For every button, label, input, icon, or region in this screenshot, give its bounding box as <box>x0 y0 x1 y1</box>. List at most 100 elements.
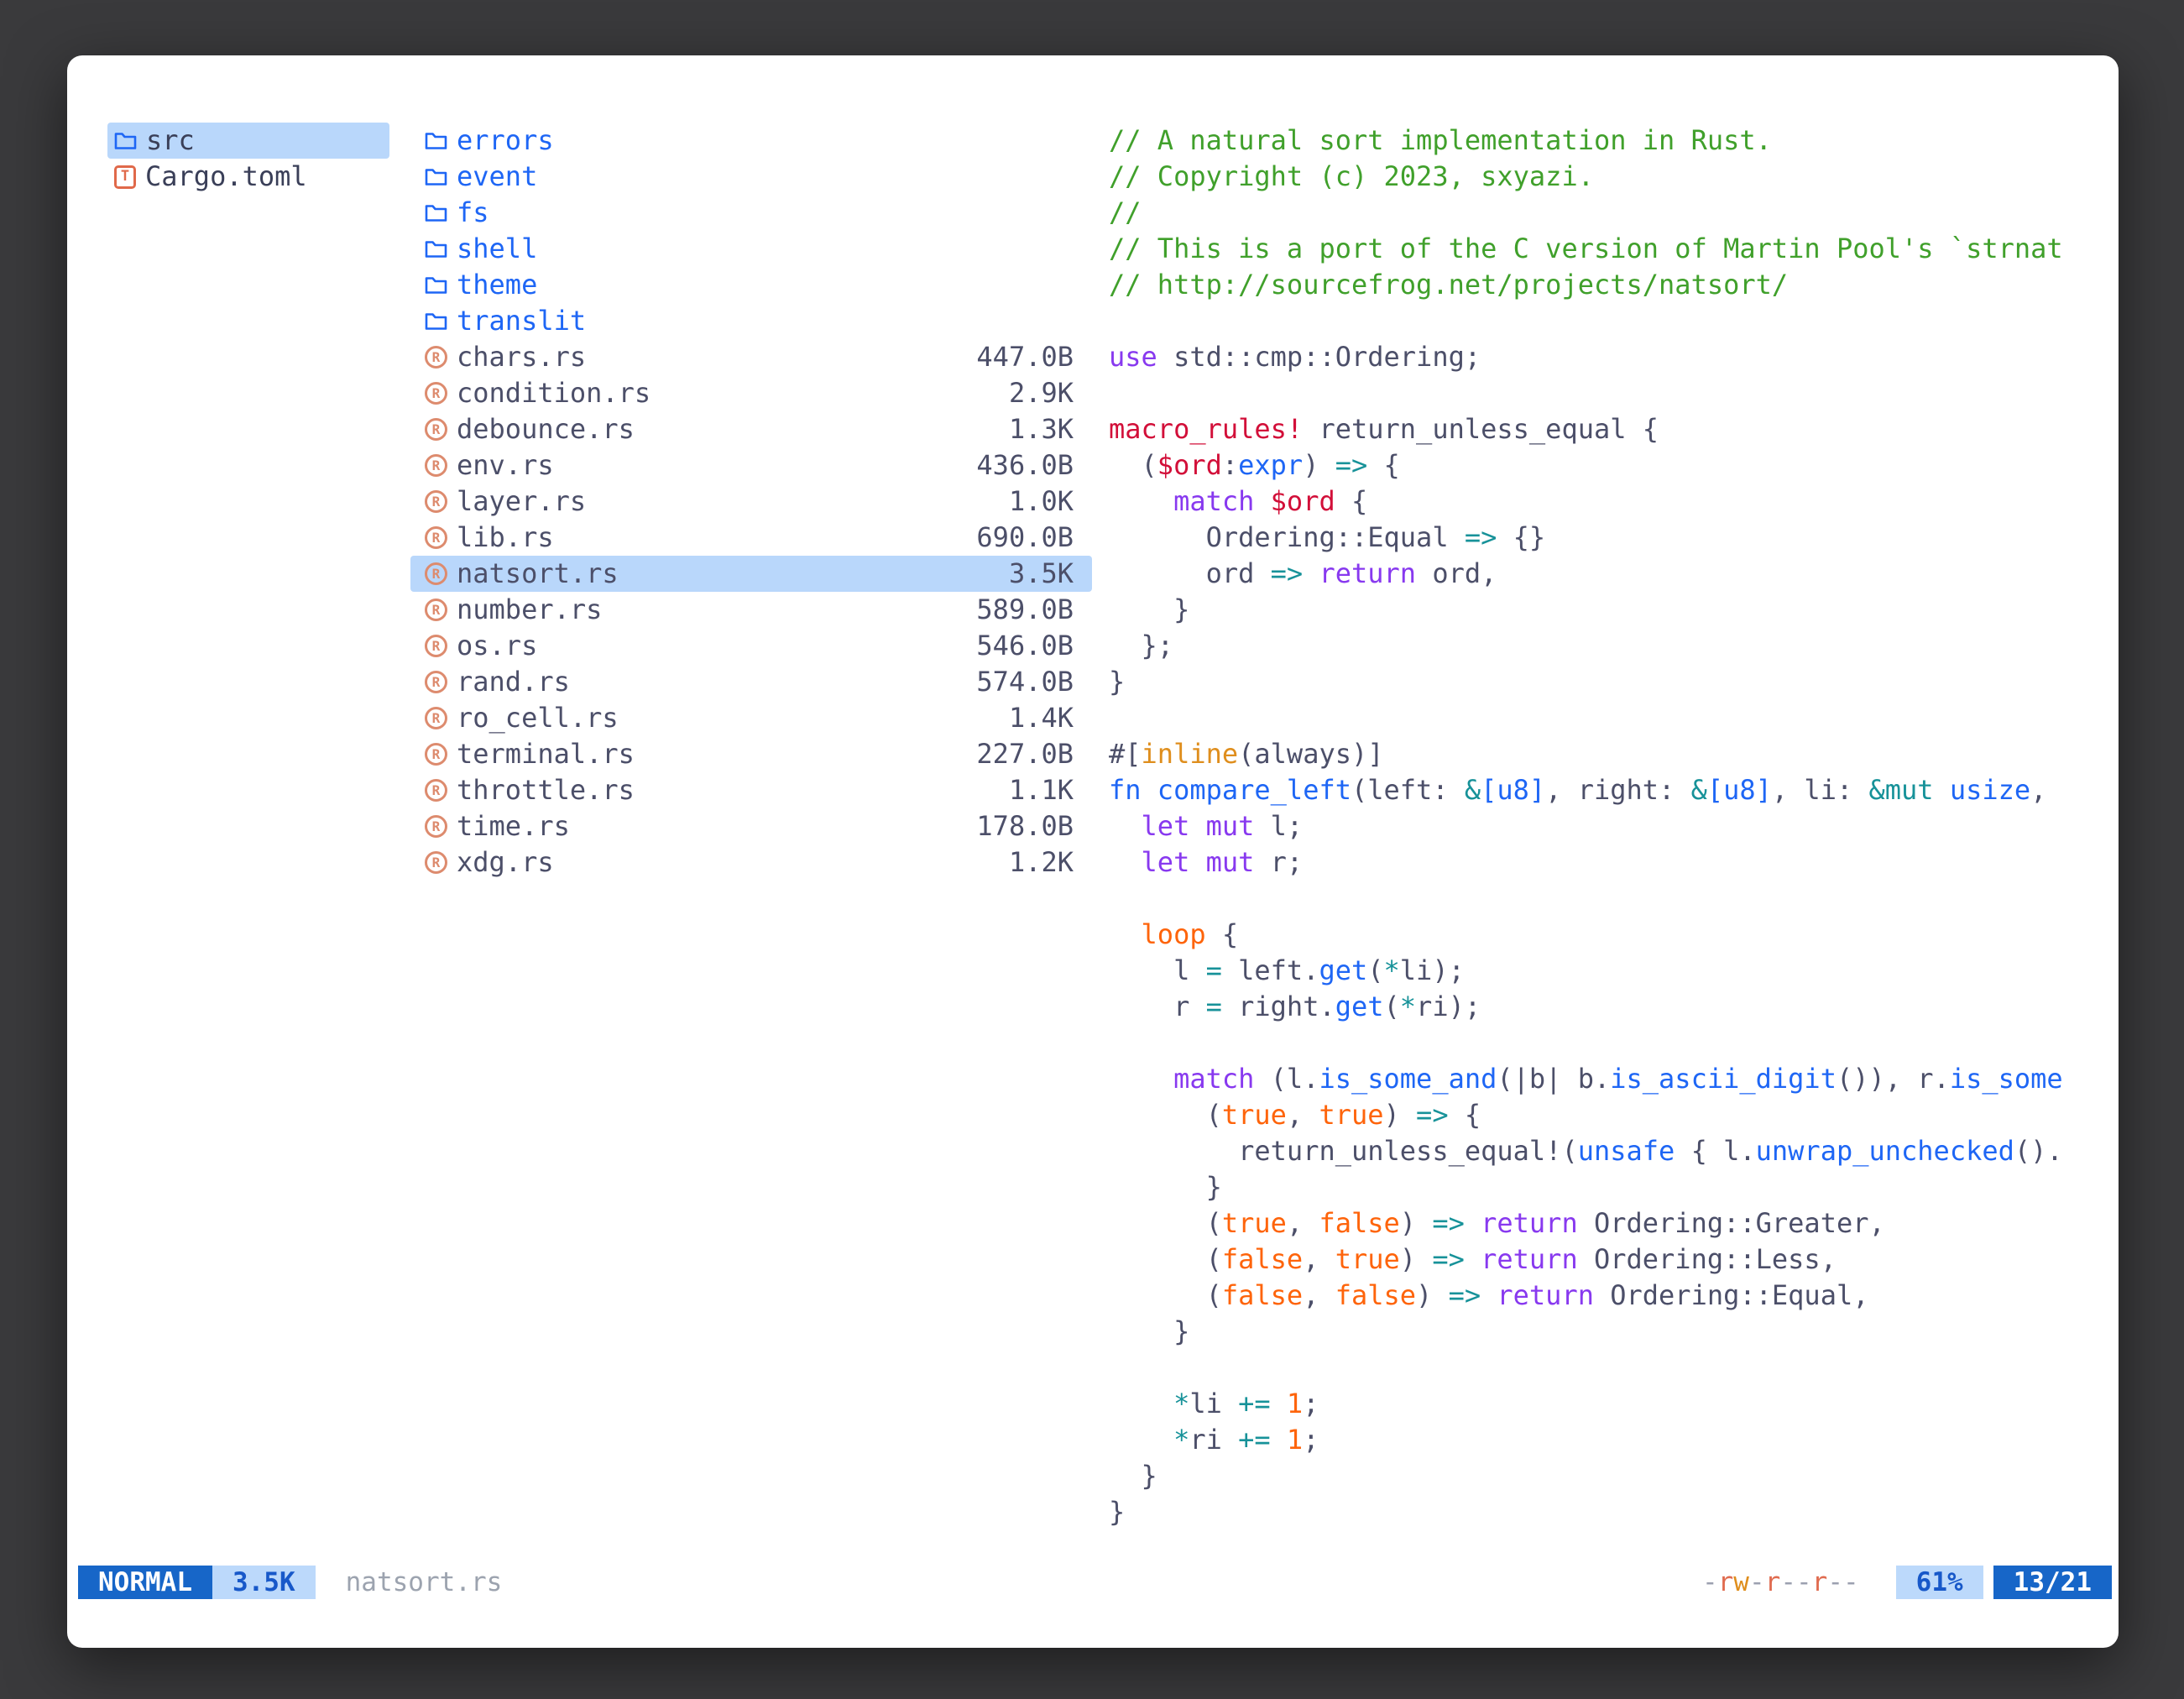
code-line <box>1109 881 2081 917</box>
code-line: (false, false) => return Ordering::Equal… <box>1109 1278 2081 1314</box>
folder-icon <box>425 167 447 186</box>
entry-name: layer.rs <box>457 484 586 520</box>
rust-file-icon: R <box>425 707 447 729</box>
entry-size: 1.2K <box>1009 844 1074 881</box>
file-row[interactable]: Rnumber.rs 589.0B <box>410 592 1092 628</box>
file-row[interactable]: Renv.rs436.0B <box>410 447 1092 484</box>
file-row[interactable]: Rdebounce.rs 1.3K <box>410 411 1092 447</box>
entry-name: os.rs <box>457 628 537 664</box>
file-row[interactable]: Rnatsort.rs3.5K <box>410 556 1092 592</box>
entry-name: env.rs <box>457 447 554 484</box>
code-line <box>1109 1350 2081 1386</box>
code-line: }; <box>1109 628 2081 664</box>
rust-file-icon: R <box>425 454 447 477</box>
code-line: } <box>1109 1169 2081 1205</box>
code-line: Ordering::Equal => {} <box>1109 520 2081 556</box>
entry-size: 690.0B <box>976 520 1074 556</box>
entry-name: lib.rs <box>457 520 554 556</box>
entry-name: natsort.rs <box>457 556 619 592</box>
entry-name: condition.rs <box>457 375 650 411</box>
file-row[interactable]: Rchars.rs447.0B <box>410 339 1092 375</box>
entry-name: translit <box>457 303 586 339</box>
code-line: use std::cmp::Ordering; <box>1109 339 2081 375</box>
status-filename: natsort.rs <box>346 1567 503 1597</box>
entry-size: 447.0B <box>976 339 1074 375</box>
dir-row[interactable]: translit <box>410 303 1092 339</box>
folder-icon <box>425 131 447 150</box>
entry-size: 1.4K <box>1009 700 1074 736</box>
code-line: } <box>1109 664 2081 700</box>
code-line: // A natural sort implementation in Rust… <box>1109 123 2081 159</box>
code-line: fn compare_left(left: &[u8], right: &[u8… <box>1109 772 2081 808</box>
entry-size: 178.0B <box>976 808 1074 844</box>
code-line: } <box>1109 1458 2081 1494</box>
entry-name: xdg.rs <box>457 844 554 881</box>
dir-row[interactable]: fs <box>410 195 1092 231</box>
entry-name: terminal.rs <box>457 736 635 772</box>
file-preview-pane[interactable]: // A natural sort implementation in Rust… <box>1109 123 2081 1550</box>
code-line: macro_rules! return_unless_equal { <box>1109 411 2081 447</box>
file-row[interactable]: Rxdg.rs1.2K <box>410 844 1092 881</box>
file-size-badge: 3.5K <box>212 1566 316 1599</box>
terminal-window: src T Cargo.toml errorseventfsshellthemetr… <box>67 55 2119 1648</box>
code-line: (false, true) => return Ordering::Less, <box>1109 1242 2081 1278</box>
file-row[interactable]: Rro_cell.rs 1.4K <box>410 700 1092 736</box>
entry-name: number.rs <box>457 592 602 628</box>
entry-size: 1.3K <box>1009 411 1074 447</box>
entry-name: theme <box>457 267 537 303</box>
rust-file-icon: R <box>425 671 447 693</box>
code-line: // <box>1109 195 2081 231</box>
code-line: (true, true) => { <box>1109 1097 2081 1133</box>
entry-name: Cargo.toml <box>145 159 307 195</box>
rust-file-icon: R <box>425 346 447 369</box>
dir-row[interactable]: shell <box>410 231 1092 267</box>
entry-size: 2.9K <box>1009 375 1074 411</box>
current-directory-pane: errorseventfsshellthemetranslitRchars.rs… <box>410 123 1092 881</box>
code-line: // http://sourcefrog.net/projects/natsor… <box>1109 267 2081 303</box>
toml-file-icon: T <box>114 165 136 189</box>
dir-row[interactable]: src <box>107 123 389 159</box>
rust-file-icon: R <box>425 743 447 766</box>
file-row[interactable]: Ros.rs546.0B <box>410 628 1092 664</box>
code-line: l = left.get(*li); <box>1109 953 2081 989</box>
rust-file-icon: R <box>425 779 447 802</box>
entry-name: debounce.rs <box>457 411 635 447</box>
file-row[interactable]: Rcondition.rs2.9K <box>410 375 1092 411</box>
code-line <box>1109 1025 2081 1061</box>
folder-icon <box>425 203 447 222</box>
entry-size: 1.1K <box>1009 772 1074 808</box>
file-row[interactable]: Rterminal.rs 227.0B <box>410 736 1092 772</box>
rust-file-icon: R <box>425 490 447 513</box>
file-row[interactable]: Rlayer.rs1.0K <box>410 484 1092 520</box>
entry-name: ro_cell.rs <box>457 700 619 736</box>
folder-icon <box>114 131 137 150</box>
code-line: return_unless_equal!(unsafe { l.unwrap_u… <box>1109 1133 2081 1169</box>
code-line <box>1109 375 2081 411</box>
code-line <box>1109 303 2081 339</box>
file-row[interactable]: Rrand.rs 574.0B <box>410 664 1092 700</box>
file-row[interactable]: Rtime.rs178.0B <box>410 808 1092 844</box>
entry-size: 574.0B <box>976 664 1074 700</box>
file-row[interactable]: T Cargo.toml <box>107 159 389 195</box>
dir-row[interactable]: event <box>410 159 1092 195</box>
file-row[interactable]: Rthrottle.rs1.1K <box>410 772 1092 808</box>
rust-file-icon: R <box>425 599 447 621</box>
rust-file-icon: R <box>425 418 447 441</box>
dir-row[interactable]: theme <box>410 267 1092 303</box>
dir-row[interactable]: errors <box>410 123 1092 159</box>
code-line: } <box>1109 1314 2081 1350</box>
code-line: *li += 1; <box>1109 1386 2081 1422</box>
code-line <box>1109 700 2081 736</box>
entry-name: shell <box>457 231 537 267</box>
code-line: loop { <box>1109 917 2081 953</box>
code-line: // Copyright (c) 2023, sxyazi. <box>1109 159 2081 195</box>
entry-name: src <box>146 123 195 159</box>
entry-size: 589.0B <box>976 592 1074 628</box>
entry-size: 227.0B <box>976 736 1074 772</box>
code-line: } <box>1109 1494 2081 1530</box>
entry-name: rand.rs <box>457 664 570 700</box>
code-line: #[inline(always)] <box>1109 736 2081 772</box>
rust-file-icon: R <box>425 526 447 549</box>
file-row[interactable]: Rlib.rs 690.0B <box>410 520 1092 556</box>
mode-indicator: NORMAL <box>78 1566 212 1599</box>
